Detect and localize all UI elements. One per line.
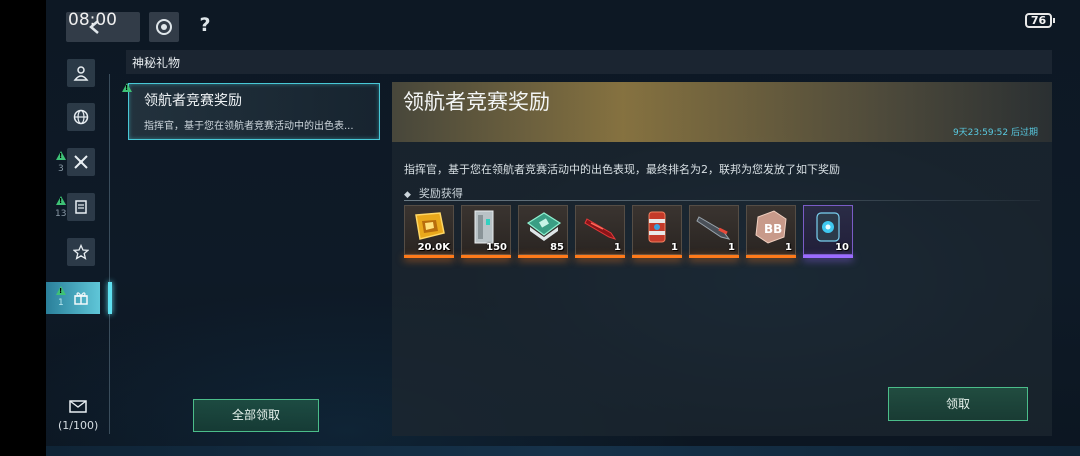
gift-icon xyxy=(74,292,88,305)
profile-icon xyxy=(73,66,89,81)
detail-panel: 领航者竞赛奖励 9天23:59:52 后过期 指挥官，基于您在领航者竞赛活动中的… xyxy=(392,82,1052,436)
mail-icon xyxy=(69,400,87,413)
expire-suffix: 后过期 xyxy=(1010,128,1038,138)
svg-text:BB: BB xyxy=(764,222,782,236)
star-icon xyxy=(73,244,89,260)
nav-badge-count: 1 xyxy=(58,298,64,308)
diamond-bullet-icon: ◆ xyxy=(404,190,411,200)
alert-icon xyxy=(56,196,66,205)
active-indicator xyxy=(108,282,112,314)
reward-divider xyxy=(404,200,1040,201)
sidebar-item-battle[interactable] xyxy=(67,148,95,176)
alert-icon xyxy=(122,83,132,92)
sidebar-item-favorites[interactable] xyxy=(67,238,95,266)
refresh-button[interactable] xyxy=(149,12,179,42)
canister-icon xyxy=(648,211,666,243)
help-icon[interactable]: ? xyxy=(195,14,215,40)
reward-item[interactable]: 1 xyxy=(575,205,625,258)
reward-section-label: ◆ 奖励获得 xyxy=(404,185,463,201)
reward-qty: 1 xyxy=(614,242,621,253)
battery-indicator: 76 xyxy=(1025,13,1055,28)
page-title: 神秘礼物 xyxy=(132,56,181,70)
document-icon xyxy=(75,200,87,214)
mail-button[interactable]: (1/100) xyxy=(58,398,98,432)
reward-item[interactable]: 85 xyxy=(518,205,568,258)
reward-qty: 20.0K xyxy=(417,242,450,253)
reward-glow xyxy=(404,255,454,258)
nav-badge-count: 3 xyxy=(58,164,64,174)
nav-badge-count: 13 xyxy=(55,209,67,219)
chip-card-icon xyxy=(526,212,562,241)
reward-item[interactable]: 150 xyxy=(461,205,511,258)
reward-qty: 1 xyxy=(728,242,735,253)
reward-item[interactable]: 20.0K xyxy=(404,205,454,258)
rocket-icon xyxy=(696,216,731,240)
sidebar-item-profile[interactable] xyxy=(67,59,95,87)
bb-token-icon: BB xyxy=(755,210,787,244)
sidebar-item-globe[interactable] xyxy=(67,103,95,131)
alert-icon xyxy=(56,286,66,295)
expire-countdown: 9天23:59:52 后过期 xyxy=(953,125,1038,138)
mail-count: (1/100) xyxy=(58,419,99,432)
reward-item[interactable]: 10 xyxy=(803,205,853,258)
header-strip: 神秘礼物 xyxy=(126,50,1052,74)
reward-glow xyxy=(689,255,739,258)
missile-icon xyxy=(584,218,617,240)
detail-message: 指挥官，基于您在领航者竞赛活动中的出色表现，最终排名为2，联邦为您发放了如下奖励 xyxy=(404,163,840,176)
reward-glow xyxy=(575,255,625,258)
claim-button[interactable]: 领取 xyxy=(888,387,1028,421)
reward-qty: 85 xyxy=(550,242,564,253)
reward-glow xyxy=(632,255,682,258)
gold-crate-icon xyxy=(415,212,445,240)
reward-qty: 10 xyxy=(835,242,849,253)
sidebar-item-gifts[interactable] xyxy=(46,282,100,314)
globe-icon xyxy=(73,109,89,125)
reward-glow xyxy=(803,255,853,258)
claim-all-button[interactable]: 全部领取 xyxy=(193,399,319,432)
reward-item[interactable]: 1 xyxy=(689,205,739,258)
alert-icon xyxy=(56,151,66,160)
reward-qty: 1 xyxy=(785,242,792,253)
reward-glow xyxy=(518,255,568,258)
status-time: 08:00 xyxy=(68,10,117,30)
core-container-icon xyxy=(816,212,840,242)
expire-time: 9天23:59:52 xyxy=(952,128,1009,138)
list-item-desc: 指挥官，基于您在领航者竞赛活动中的出色表... xyxy=(144,121,354,132)
refresh-icon xyxy=(156,19,172,35)
reward-item[interactable]: BB 1 xyxy=(746,205,796,258)
fuel-tank-icon xyxy=(474,210,494,244)
sidebar-item-reports[interactable] xyxy=(67,193,95,221)
list-item-title: 领航者竞赛奖励 xyxy=(144,93,242,109)
reward-label-text: 奖励获得 xyxy=(418,187,463,200)
reward-qty: 1 xyxy=(671,242,678,253)
bottom-strip xyxy=(46,446,1080,456)
reward-item[interactable]: 1 xyxy=(632,205,682,258)
reward-qty: 150 xyxy=(486,242,507,253)
reward-glow xyxy=(746,255,796,258)
screen-bezel xyxy=(0,0,46,456)
list-item[interactable]: 领航者竞赛奖励 指挥官，基于您在领航者竞赛活动中的出色表... xyxy=(128,83,380,140)
reward-glow xyxy=(461,255,511,258)
detail-header: 领航者竞赛奖励 9天23:59:52 后过期 xyxy=(392,82,1052,142)
sidebar-divider xyxy=(109,74,110,434)
detail-title: 领航者竞赛奖励 xyxy=(403,90,550,114)
crossed-swords-icon xyxy=(74,155,88,169)
